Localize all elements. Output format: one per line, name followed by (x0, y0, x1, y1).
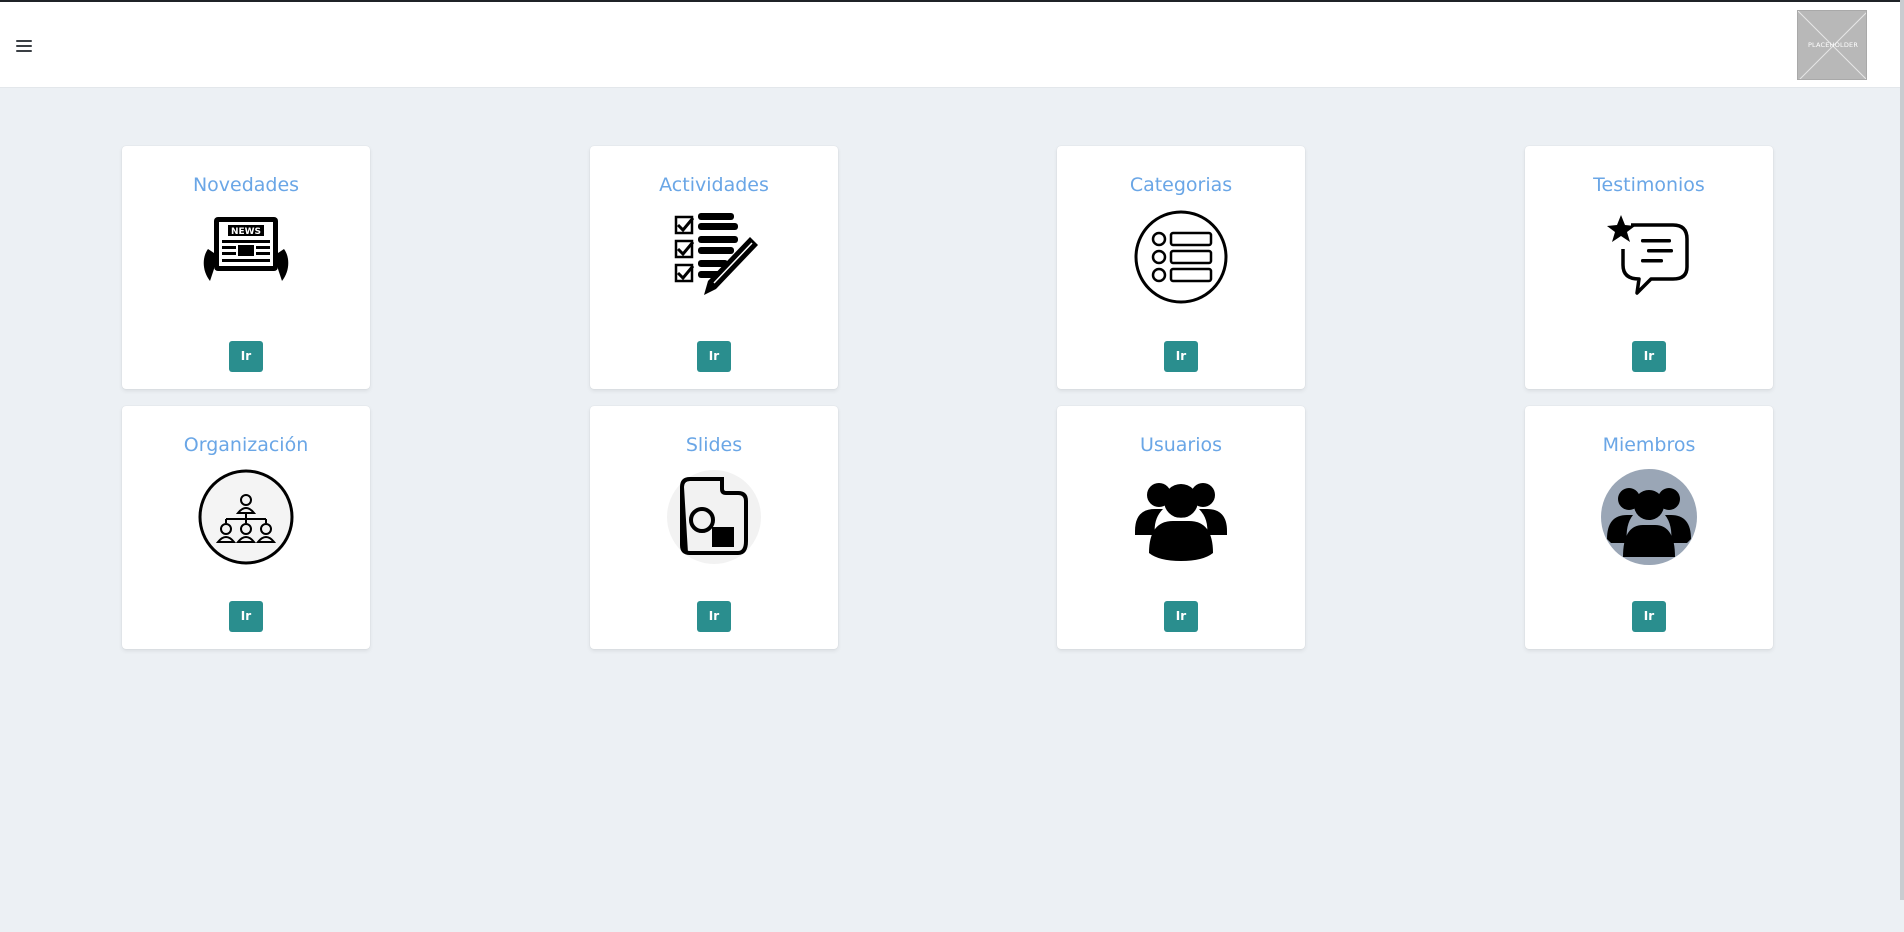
card-go-button[interactable]: Ir (229, 341, 263, 372)
card-usuarios: Usuarios Ir (1057, 406, 1305, 649)
checklist-icon (666, 209, 762, 305)
logo-placeholder[interactable]: PLACEHOLDER (1797, 10, 1867, 80)
card-go-button[interactable]: Ir (697, 341, 731, 372)
scrollbar[interactable] (1900, 0, 1904, 900)
members-icon (1601, 469, 1697, 565)
card-title: Slides (685, 434, 743, 456)
card-go-button[interactable]: Ir (1632, 341, 1666, 372)
news-icon: NEWS (198, 209, 294, 305)
card-organizacion: Organización Ir (122, 406, 370, 649)
card-title: Usuarios (1139, 434, 1223, 456)
card-go-button[interactable]: Ir (1164, 601, 1198, 632)
card-title: Categorias (1129, 174, 1233, 196)
card-title: Testimonios (1593, 174, 1705, 196)
card-title: Actividades (659, 174, 769, 196)
card-go-button[interactable]: Ir (229, 601, 263, 632)
card-testimonios: Testimonios Ir (1525, 146, 1773, 389)
card-categorias: Categorias Ir (1057, 146, 1305, 389)
card-go-button[interactable]: Ir (697, 601, 731, 632)
menu-icon[interactable] (16, 40, 32, 52)
card-title: Organización (183, 434, 309, 456)
card-slides: Slides Ir (590, 406, 838, 649)
testimonial-icon (1601, 209, 1697, 305)
card-title: Miembros (1602, 434, 1696, 456)
card-title: Novedades (192, 174, 300, 196)
card-go-button[interactable]: Ir (1164, 341, 1198, 372)
card-novedades: Novedades NEWS Ir (122, 146, 370, 389)
logo-text: PLACEHOLDER (1807, 41, 1859, 49)
card-go-button[interactable]: Ir (1632, 601, 1666, 632)
list-icon (1133, 209, 1229, 305)
svg-text:NEWS: NEWS (231, 227, 261, 237)
scrollbar-track (1900, 900, 1904, 932)
card-actividades: Actividades Ir (590, 146, 838, 389)
slides-icon (666, 469, 762, 565)
card-miembros: Miembros Ir (1525, 406, 1773, 649)
header: PLACEHOLDER (0, 2, 1900, 88)
users-icon (1133, 469, 1229, 565)
organization-icon (198, 469, 294, 565)
